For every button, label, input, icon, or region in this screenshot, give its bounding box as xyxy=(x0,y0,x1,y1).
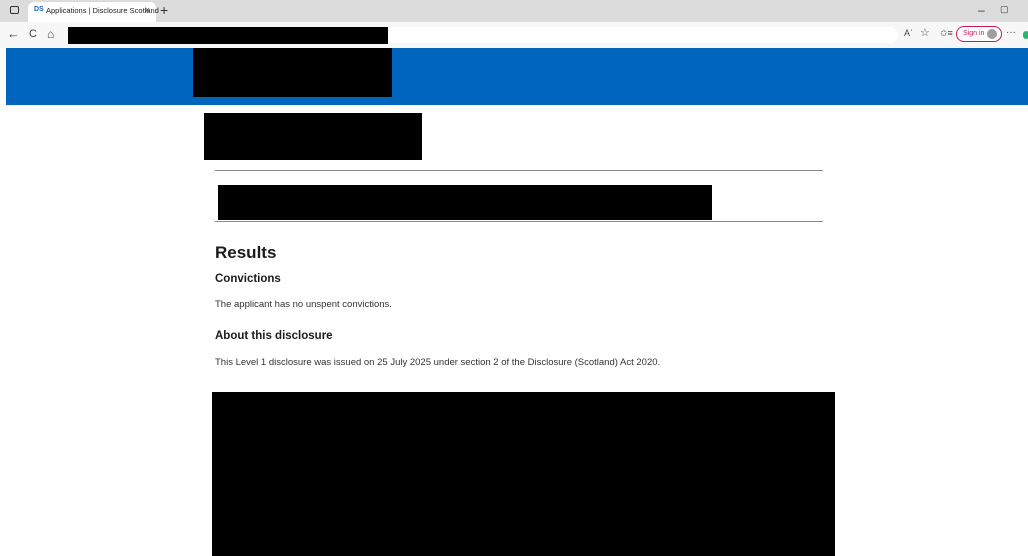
refresh-icon[interactable]: C xyxy=(29,27,37,41)
read-aloud-icon[interactable]: Aʾ xyxy=(904,28,913,38)
browser-address-bar: ← C ⌂ Aʾ ☆ ✩≡ Sign in ··· xyxy=(0,22,1028,48)
divider-top xyxy=(215,170,823,171)
url-redaction xyxy=(68,27,388,44)
back-arrow-icon[interactable]: ← xyxy=(7,27,20,41)
tab-actions-icon[interactable] xyxy=(10,6,19,14)
sign-in-label: Sign in xyxy=(963,30,985,37)
convictions-text: The applicant has no unspent convictions… xyxy=(215,299,392,310)
favicon-icon: DS xyxy=(34,6,44,13)
site-header xyxy=(6,48,1028,105)
close-tab-icon[interactable]: × xyxy=(145,5,150,15)
convictions-heading: Convictions xyxy=(215,273,281,285)
tab-title: Applications | Disclosure Scotland xyxy=(46,6,159,15)
browser-tab-bar: DS Applications | Disclosure Scotland × … xyxy=(0,0,1028,22)
browser-tab[interactable]: DS Applications | Disclosure Scotland × xyxy=(28,2,159,22)
logo-redaction xyxy=(193,48,392,97)
url-input[interactable] xyxy=(68,27,898,44)
extension-icon[interactable] xyxy=(1023,31,1028,39)
star-icon[interactable]: ☆ xyxy=(920,26,930,39)
more-menu-icon[interactable]: ··· xyxy=(1006,27,1016,38)
divider-bottom xyxy=(215,221,823,222)
sign-in-button[interactable]: Sign in xyxy=(956,26,1003,42)
profile-avatar-icon xyxy=(987,29,998,39)
home-icon[interactable]: ⌂ xyxy=(47,27,54,41)
about-text: This Level 1 disclosure was issued on 25… xyxy=(215,357,661,368)
favorites-icon[interactable]: ✩≡ xyxy=(940,28,953,39)
about-heading: About this disclosure xyxy=(215,330,333,342)
heading-redaction xyxy=(204,113,422,160)
minimize-button[interactable]: – xyxy=(978,3,985,17)
results-heading: Results xyxy=(215,243,277,262)
title-redaction xyxy=(218,185,712,220)
restore-button[interactable]: ▢ xyxy=(1000,4,1009,15)
content-redaction xyxy=(212,392,835,556)
new-tab-button[interactable]: + xyxy=(160,2,168,18)
